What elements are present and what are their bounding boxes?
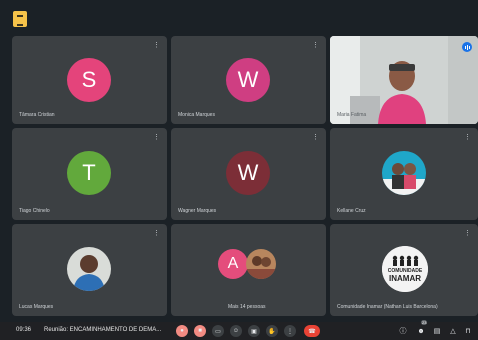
lock-icon[interactable]: ⊓ [463,326,473,336]
more-options-icon[interactable]: ⋮ [312,134,319,141]
participant-tile[interactable]: COMUNIDADE INAMAR ⋮ Comunidade Inamar (N… [330,224,478,316]
participant-video [330,36,478,124]
participant-tile[interactable]: W ⋮ Monica Marques [171,36,326,124]
info-icon[interactable]: ⓘ [398,326,408,336]
meeting-title: Reunião: ENCAMINHAMENTO DE DEMA... [44,327,162,333]
present-icon[interactable]: ▣ [248,325,260,337]
avatar: W [226,151,270,195]
activities-icon[interactable]: △ [448,326,458,336]
participant-tile[interactable]: T ⋮ Tiago Chinelo [12,128,167,220]
participant-tile[interactable]: A Mais 14 pessoas [171,224,326,316]
participant-name: Tiago Chinelo [19,208,50,214]
mic-icon[interactable]: ● [176,325,188,337]
more-options-icon[interactable]: ⋮ [284,325,296,337]
people-icon[interactable]: ☻ [416,326,426,336]
participant-video-tile[interactable]: Maria Fatima [330,36,478,124]
emoji-icon[interactable]: ☺ [230,325,242,337]
more-options-icon[interactable]: ⋮ [312,42,319,49]
logo-line-2: INAMAR [389,274,421,283]
avatar: S [67,58,111,102]
more-options-icon[interactable]: ⋮ [153,230,160,237]
avatar [67,247,111,291]
app-menu-icon[interactable] [13,11,27,27]
participant-name: Mais 14 pessoas [228,304,266,310]
participant-grid: S ⋮ Tâmara Cristian W ⋮ Monica Marques M… [12,36,478,320]
more-options-icon[interactable]: ⋮ [153,134,160,141]
participant-name: Wagner Marques [178,208,217,214]
more-options-icon[interactable]: ⋮ [464,134,471,141]
avatar: W [226,58,270,102]
camera-icon[interactable]: ■ [194,325,206,337]
raise-hand-icon[interactable]: ✋ [266,325,278,337]
participant-tile[interactable]: W ⋮ Wagner Marques [171,128,326,220]
participant-name: Kellane Cruz [337,208,366,214]
meeting-control-bar: 09:36 Reunião: ENCAMINHAMENTO DE DEMA...… [0,320,478,340]
participant-name: Comunidade Inamar (Nathan Luis Barcelona… [337,304,438,310]
participant-tile[interactable]: ⋮ Kellane Cruz [330,128,478,220]
speaking-indicator-icon [462,42,472,52]
avatar [246,249,276,279]
participant-name: Maria Fatima [337,112,367,118]
avatar [382,151,426,195]
participant-tile[interactable]: S ⋮ Tâmara Cristian [12,36,167,124]
participant-name: Tâmara Cristian [19,112,55,118]
meeting-time: 09:36 [16,327,32,333]
more-options-icon[interactable]: ⋮ [153,42,160,49]
chat-icon[interactable]: ▤ [432,326,442,336]
participant-name: Lucas Marques [19,304,54,310]
avatar: A [218,249,248,279]
people-count-badge: 23 [421,320,428,325]
avatar: T [67,151,111,195]
end-call-icon[interactable]: ☎ [304,325,320,337]
captions-icon[interactable]: ▭ [212,325,224,337]
more-options-icon[interactable]: ⋮ [464,230,471,237]
participant-tile[interactable]: ⋮ Lucas Marques [12,224,167,316]
community-logo: COMUNIDADE INAMAR [382,246,428,292]
participant-name: Monica Marques [178,112,215,118]
